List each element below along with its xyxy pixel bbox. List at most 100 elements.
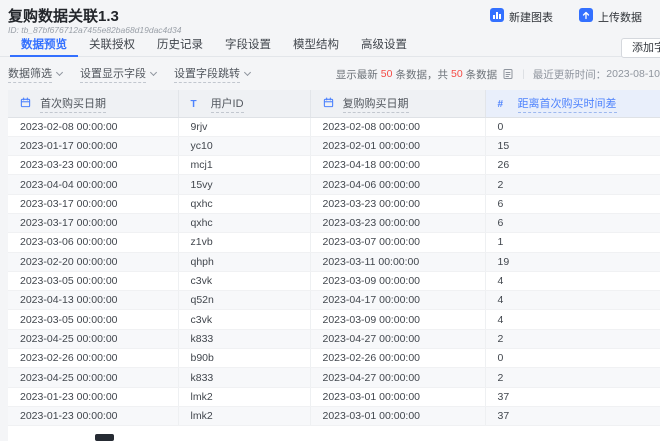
new-chart-label: 新建图表	[509, 9, 553, 25]
table-cell: lmk2	[178, 406, 310, 425]
table-cell: 6	[485, 194, 660, 213]
table-cell: 2023-02-01 00:00:00	[310, 136, 485, 155]
table-cell: 2023-03-23 00:00:00	[310, 194, 485, 213]
data-filter-dropdown[interactable]: 数据筛选	[8, 65, 62, 83]
summary-text: 条数据，共	[395, 67, 448, 82]
table-cell: 2023-04-06 00:00:00	[310, 175, 485, 194]
total-count: 50	[451, 68, 463, 80]
table-cell: 0	[485, 117, 660, 136]
table-cell: 4	[485, 291, 660, 310]
scrollbar-thumb[interactable]	[95, 434, 114, 441]
table-cell: q52n	[178, 291, 310, 310]
table-row: 2023-04-04 00:00:0015vy2023-04-06 00:00:…	[8, 175, 660, 194]
table-cell: 2	[485, 329, 660, 348]
data-summary: 显示最新 50 条数据，共 50 条数据 | 最近更新时间： 2023-08-1…	[336, 67, 660, 82]
table-cell: 4	[485, 310, 660, 329]
column-header-repurchase-date[interactable]: 复购购买日期	[310, 90, 485, 117]
table-row: 2023-03-05 00:00:00c3vk2023-03-09 00:00:…	[8, 310, 660, 329]
table-cell: 2023-03-07 00:00:00	[310, 233, 485, 252]
tab-model-structure[interactable]: 模型结构	[282, 36, 350, 57]
table-row: 2023-03-17 00:00:00qxhc2023-03-23 00:00:…	[8, 213, 660, 232]
upload-data-label: 上传数据	[598, 9, 642, 25]
table-cell: 2023-02-26 00:00:00	[310, 349, 485, 368]
table-cell: 2023-04-18 00:00:00	[310, 156, 485, 175]
table-cell: qxhc	[178, 213, 310, 232]
summary-text: 条数据	[466, 67, 498, 82]
table-cell: 26	[485, 156, 660, 175]
table-row: 2023-01-23 00:00:00lmk22023-03-01 00:00:…	[8, 406, 660, 425]
note-icon[interactable]	[502, 68, 514, 80]
table-row: 2023-03-06 00:00:00z1vb2023-03-07 00:00:…	[8, 233, 660, 252]
divider: |	[522, 69, 525, 80]
column-header-time-diff[interactable]: # 距离首次购买时间差	[485, 90, 660, 117]
table-cell: 2023-04-27 00:00:00	[310, 329, 485, 348]
table-cell: 2023-02-08 00:00:00	[310, 117, 485, 136]
table-cell: 2	[485, 368, 660, 387]
number-type-icon: #	[498, 99, 509, 110]
table-row: 2023-04-13 00:00:00q52n2023-04-17 00:00:…	[8, 291, 660, 310]
tab-data-preview[interactable]: 数据预览	[10, 36, 78, 57]
table-cell: 2023-03-05 00:00:00	[8, 310, 178, 329]
table-cell: 2	[485, 175, 660, 194]
table-cell: z1vb	[178, 233, 310, 252]
table-cell: 2023-01-17 00:00:00	[8, 136, 178, 155]
display-fields-dropdown[interactable]: 设置显示字段	[80, 65, 156, 83]
table-cell: 2023-03-11 00:00:00	[310, 252, 485, 271]
add-field-button[interactable]: 添加字段	[621, 38, 660, 58]
chevron-down-icon	[244, 69, 251, 76]
table-cell: c3vk	[178, 271, 310, 290]
page-title: 复购数据关联1.3	[8, 5, 119, 26]
table-cell: 4	[485, 271, 660, 290]
column-label: 距离首次购买时间差	[518, 98, 617, 113]
table-row: 2023-04-25 00:00:00k8332023-04-27 00:00:…	[8, 329, 660, 348]
table-cell: k833	[178, 329, 310, 348]
column-label: 首次购买日期	[40, 98, 106, 113]
dataset-id: ID: tb_87bf676712a7455e82ba68d19dac4d34	[8, 25, 181, 35]
table-cell: qhph	[178, 252, 310, 271]
table-cell: qxhc	[178, 194, 310, 213]
table-cell: 2023-01-23 00:00:00	[8, 387, 178, 406]
table-cell: 37	[485, 387, 660, 406]
display-fields-label: 设置显示字段	[80, 65, 146, 83]
table-cell: k833	[178, 368, 310, 387]
table-header-row: 首次购买日期 T 用户ID 复购购买日期 # 距离首次购买时间差	[8, 90, 660, 117]
table-cell: 2023-03-06 00:00:00	[8, 233, 178, 252]
field-jump-dropdown[interactable]: 设置字段跳转	[174, 65, 250, 83]
column-header-first-purchase-date[interactable]: 首次购买日期	[8, 90, 178, 117]
table-row: 2023-01-17 00:00:00yc102023-02-01 00:00:…	[8, 136, 660, 155]
table-cell: 2023-01-23 00:00:00	[8, 406, 178, 425]
table-cell: 2023-04-17 00:00:00	[310, 291, 485, 310]
table-cell: 15	[485, 136, 660, 155]
table-cell: 6	[485, 213, 660, 232]
tab-association-auth[interactable]: 关联授权	[78, 36, 146, 57]
tab-history[interactable]: 历史记录	[146, 36, 214, 57]
table-row: 2023-03-05 00:00:00c3vk2023-03-09 00:00:…	[8, 271, 660, 290]
upload-data-icon	[579, 8, 593, 25]
tab-bar: 数据预览 关联授权 历史记录 字段设置 模型结构 高级设置	[0, 36, 660, 57]
table-cell: 1	[485, 233, 660, 252]
table-row: 2023-04-25 00:00:00k8332023-04-27 00:00:…	[8, 368, 660, 387]
table-cell: b90b	[178, 349, 310, 368]
column-header-user-id[interactable]: T 用户ID	[178, 90, 310, 117]
table-cell: 2023-04-25 00:00:00	[8, 329, 178, 348]
table-cell: c3vk	[178, 310, 310, 329]
new-chart-icon	[490, 8, 504, 25]
chevron-down-icon	[56, 69, 63, 76]
field-jump-label: 设置字段跳转	[174, 65, 240, 83]
tab-field-settings[interactable]: 字段设置	[214, 36, 282, 57]
table-cell: 2023-02-08 00:00:00	[8, 117, 178, 136]
column-label: 用户ID	[211, 98, 244, 113]
tab-advanced-settings[interactable]: 高级设置	[350, 36, 418, 57]
column-label: 复购购买日期	[343, 98, 409, 113]
table-cell: lmk2	[178, 387, 310, 406]
table-row: 2023-02-20 00:00:00qhph2023-03-11 00:00:…	[8, 252, 660, 271]
text-type-icon: T	[191, 99, 202, 110]
table-cell: 15vy	[178, 175, 310, 194]
table-cell: 2023-03-17 00:00:00	[8, 194, 178, 213]
calendar-icon	[20, 97, 31, 111]
table-cell: 2023-04-25 00:00:00	[8, 368, 178, 387]
table-cell: yc10	[178, 136, 310, 155]
new-chart-button[interactable]: 新建图表	[490, 8, 553, 25]
data-filter-label: 数据筛选	[8, 65, 52, 83]
upload-data-button[interactable]: 上传数据	[579, 8, 642, 25]
